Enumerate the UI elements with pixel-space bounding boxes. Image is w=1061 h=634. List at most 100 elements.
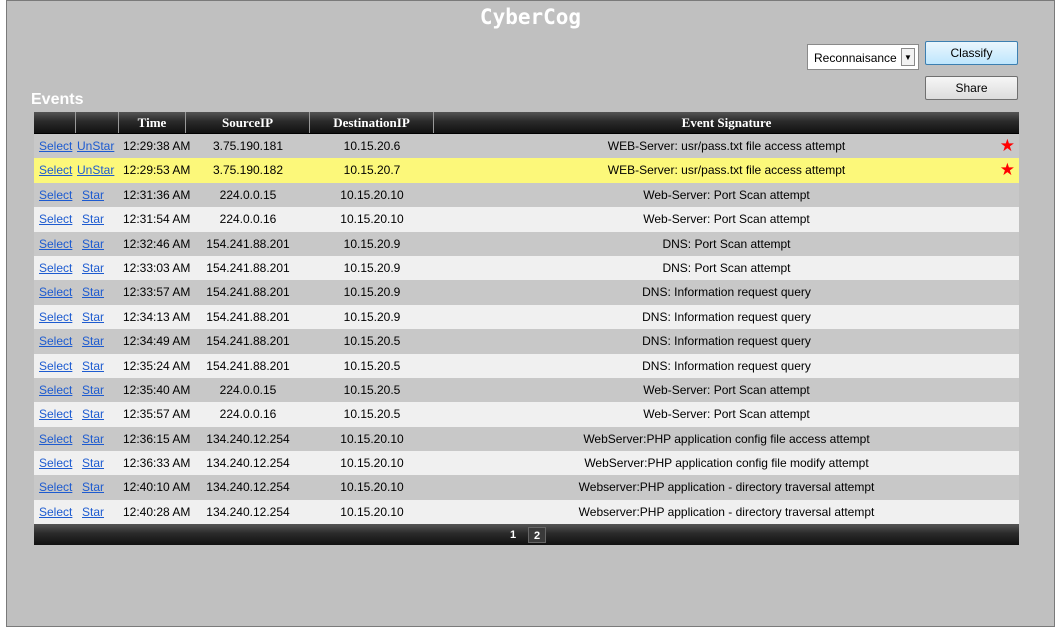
table-row[interactable]: Select Star 12:33:57 AM 154.241.88.201 10.15…: [34, 280, 1019, 305]
star-toggle-link[interactable]: Star: [82, 354, 104, 378]
table-body: Select UnStar 12:29:38 AM 3.75.190.181 10.15…: [34, 134, 1019, 525]
star-toggle-link[interactable]: Star: [82, 232, 104, 256]
column-header-destination-ip[interactable]: DestinationIP: [310, 112, 434, 133]
event-time: 12:31:54 AM: [123, 212, 191, 227]
share-button[interactable]: Share: [925, 76, 1018, 100]
event-signature: Webserver:PHP application - directory tr…: [578, 480, 875, 495]
event-signature: Web-Server: Port Scan attempt: [643, 187, 810, 202]
event-time: 12:29:38 AM: [123, 139, 191, 153]
source-ip: 134.240.12.254: [206, 504, 290, 519]
select-link[interactable]: Select: [39, 354, 72, 378]
destination-ip: 10.15.20.5: [343, 382, 401, 397]
star-toggle-link[interactable]: Star: [82, 475, 104, 499]
star-toggle-link[interactable]: Star: [82, 500, 104, 524]
event-time: 12:33:03 AM: [123, 260, 191, 275]
destination-ip: 10.15.20.7: [343, 163, 401, 178]
event-time: 12:40:10 AM: [123, 480, 191, 495]
select-link[interactable]: Select: [39, 305, 72, 329]
star-icon: ★: [999, 160, 1015, 180]
select-link[interactable]: Select: [39, 475, 72, 499]
event-signature: Web-Server: Port Scan attempt: [643, 382, 810, 397]
pagination-bar: 1 2: [34, 524, 1019, 546]
table-row[interactable]: Select Star 12:35:57 AM 224.0.0.16 10.15.20.…: [34, 402, 1019, 427]
source-ip: 134.240.12.254: [206, 456, 290, 471]
source-ip: 134.240.12.254: [206, 431, 290, 446]
column-header-select: [34, 112, 76, 133]
star-toggle-link[interactable]: Star: [82, 427, 104, 451]
select-link[interactable]: Select: [39, 280, 72, 304]
table-row[interactable]: Select Star 12:36:33 AM 134.240.12.254 10.15…: [34, 451, 1019, 476]
destination-ip: 10.15.20.10: [340, 187, 404, 202]
star-toggle-link[interactable]: Star: [82, 451, 104, 475]
source-ip: 224.0.0.15: [219, 382, 277, 397]
destination-ip: 10.15.20.5: [343, 334, 401, 349]
select-link[interactable]: Select: [39, 378, 72, 402]
destination-ip: 10.15.20.10: [340, 212, 404, 227]
star-toggle-link[interactable]: UnStar: [77, 134, 114, 158]
event-time: 12:40:28 AM: [123, 504, 191, 519]
select-link[interactable]: Select: [39, 207, 72, 231]
star-toggle-link[interactable]: Star: [82, 402, 104, 426]
star-toggle-link[interactable]: Star: [82, 207, 104, 231]
select-link[interactable]: Select: [39, 158, 72, 182]
table-row[interactable]: Select Star 12:40:10 AM 134.240.12.254 10.15…: [34, 475, 1019, 500]
event-time: 12:36:33 AM: [123, 456, 191, 471]
event-signature: DNS: Port Scan attempt: [662, 236, 791, 251]
table-row[interactable]: Select Star 12:40:28 AM 134.240.12.254 10.15…: [34, 499, 1019, 525]
select-link[interactable]: Select: [39, 183, 72, 207]
column-header-source-ip[interactable]: SourceIP: [186, 112, 310, 133]
star-toggle-link[interactable]: Star: [82, 378, 104, 402]
column-header-time[interactable]: Time: [119, 112, 186, 133]
destination-ip: 10.15.20.10: [340, 480, 404, 495]
star-toggle-link[interactable]: UnStar: [77, 158, 114, 182]
star-toggle-link[interactable]: Star: [82, 280, 104, 304]
table-row[interactable]: Select Star 12:32:46 AM 154.241.88.201 10.15…: [34, 231, 1019, 256]
star-toggle-link[interactable]: Star: [82, 183, 104, 207]
event-signature: WebServer:PHP application config file ac…: [583, 431, 870, 446]
event-signature: DNS: Information request query: [642, 309, 811, 324]
event-time: 12:35:57 AM: [123, 407, 191, 422]
select-link[interactable]: Select: [39, 427, 72, 451]
select-link[interactable]: Select: [39, 451, 72, 475]
source-ip: 224.0.0.15: [219, 187, 277, 202]
table-row[interactable]: Select Star 12:31:36 AM 224.0.0.15 10.15.20.…: [34, 182, 1019, 208]
source-ip: 3.75.190.181: [212, 139, 284, 153]
events-title: Events: [31, 91, 84, 108]
table-row[interactable]: Select UnStar 12:29:53 AM 3.75.190.182 10.15…: [34, 158, 1019, 183]
event-time: 12:36:15 AM: [123, 431, 191, 446]
event-time: 12:32:46 AM: [123, 236, 191, 251]
source-ip: 3.75.190.182: [212, 163, 284, 178]
column-header-star: [76, 112, 119, 133]
star-toggle-link[interactable]: Star: [82, 256, 104, 280]
event-signature: WEB-Server: usr/pass.txt file access att…: [607, 163, 846, 178]
event-signature: DNS: Port Scan attempt: [662, 260, 791, 275]
table-row[interactable]: Select Star 12:33:03 AM 154.241.88.201 10.15…: [34, 255, 1019, 281]
classify-button[interactable]: Classify: [925, 41, 1018, 65]
select-link[interactable]: Select: [39, 329, 72, 353]
table-row[interactable]: Select Star 12:34:49 AM 154.241.88.201 10.15…: [34, 329, 1019, 354]
select-link[interactable]: Select: [39, 256, 72, 280]
star-icon: ★: [999, 136, 1015, 155]
table-row[interactable]: Select UnStar 12:29:38 AM 3.75.190.181 10.15…: [34, 134, 1019, 159]
table-row[interactable]: Select Star 12:35:40 AM 224.0.0.15 10.15.20.…: [34, 377, 1019, 403]
select-link[interactable]: Select: [39, 500, 72, 524]
select-link[interactable]: Select: [39, 232, 72, 256]
table-row[interactable]: Select Star 12:35:24 AM 154.241.88.201 10.15…: [34, 353, 1019, 378]
chevron-down-icon[interactable]: ▼: [901, 48, 915, 66]
event-signature: DNS: Information request query: [642, 334, 811, 349]
select-link[interactable]: Select: [39, 402, 72, 426]
column-header-event-signature[interactable]: Event Signature: [434, 112, 1019, 133]
destination-ip: 10.15.20.9: [343, 285, 401, 300]
page-2-link[interactable]: 2: [528, 527, 546, 544]
event-signature: Web-Server: Port Scan attempt: [643, 407, 810, 422]
select-link[interactable]: Select: [39, 134, 72, 158]
event-time: 12:31:36 AM: [123, 187, 191, 202]
star-toggle-link[interactable]: Star: [82, 329, 104, 353]
category-select[interactable]: Reconnaisance ▼: [807, 44, 919, 70]
table-row[interactable]: Select Star 12:34:13 AM 154.241.88.201 10.15…: [34, 304, 1019, 330]
table-row[interactable]: Select Star 12:36:15 AM 134.240.12.254 10.15…: [34, 426, 1019, 452]
events-table: Time SourceIP DestinationIP Event Signat…: [34, 112, 1019, 546]
star-toggle-link[interactable]: Star: [82, 305, 104, 329]
table-row[interactable]: Select Star 12:31:54 AM 224.0.0.16 10.15.20.…: [34, 207, 1019, 232]
source-ip: 154.241.88.201: [206, 334, 290, 349]
